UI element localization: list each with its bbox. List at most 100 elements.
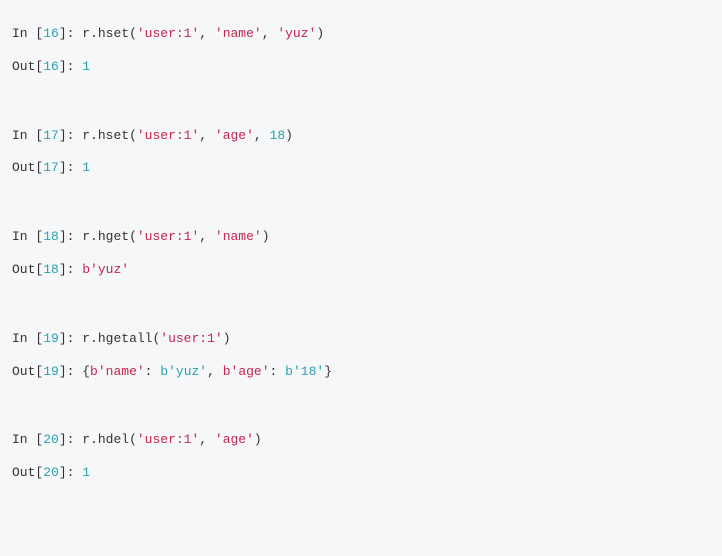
out-prompt-prefix: Out[ (12, 59, 43, 74)
code-token: . (90, 229, 98, 244)
code-token: ) (285, 128, 293, 143)
code-token: b (160, 364, 168, 379)
code-token: 'age' (231, 364, 270, 379)
cell-block: In [16]: r.hset('user:1', 'name', 'yuz')… (12, 24, 710, 78)
in-prompt-prefix: In [ (12, 26, 43, 41)
code-token: 'user:1' (137, 229, 199, 244)
out-prompt-suffix: ]: (59, 364, 82, 379)
code-token: 'age' (215, 432, 254, 447)
code-token: } (324, 364, 332, 379)
code-token: 'yuz' (90, 262, 129, 277)
cell-block: In [17]: r.hset('user:1', 'age', 18)Out[… (12, 126, 710, 180)
in-prompt-number: 17 (43, 128, 59, 143)
code-token: 18 (270, 128, 286, 143)
code-token: 'name' (215, 229, 262, 244)
in-prompt-suffix: ]: (59, 432, 82, 447)
code-token: : (270, 364, 286, 379)
in-prompt-number: 18 (43, 229, 59, 244)
input-line: In [20]: r.hdel('user:1', 'age') (12, 430, 710, 451)
in-prompt-prefix: In [ (12, 128, 43, 143)
code-token: r (82, 128, 90, 143)
ipython-session: In [16]: r.hset('user:1', 'name', 'yuz')… (12, 24, 710, 484)
out-prompt-suffix: ]: (59, 465, 82, 480)
code-token: ) (262, 229, 270, 244)
output-line: Out[18]: b'yuz' (12, 260, 710, 281)
code-token: , (254, 128, 270, 143)
input-line: In [18]: r.hget('user:1', 'name') (12, 227, 710, 248)
code-token: r (82, 229, 90, 244)
code-token: 'yuz' (277, 26, 316, 41)
code-token: . (90, 128, 98, 143)
out-prompt-prefix: Out[ (12, 364, 43, 379)
out-prompt-number: 16 (43, 59, 59, 74)
in-prompt-prefix: In [ (12, 331, 43, 346)
code-token: . (90, 331, 98, 346)
code-token: ) (254, 432, 262, 447)
input-line: In [19]: r.hgetall('user:1') (12, 329, 710, 350)
code-token: b (82, 262, 90, 277)
code-token: . (90, 432, 98, 447)
code-token: ) (316, 26, 324, 41)
in-prompt-suffix: ]: (59, 26, 82, 41)
out-prompt-suffix: ]: (59, 160, 82, 175)
code-token: 1 (82, 465, 90, 480)
out-prompt-number: 19 (43, 364, 59, 379)
output-line: Out[19]: {b'name': b'yuz', b'age': b'18'… (12, 362, 710, 383)
code-token: 'yuz' (168, 364, 207, 379)
input-line: In [16]: r.hset('user:1', 'name', 'yuz') (12, 24, 710, 45)
in-prompt-prefix: In [ (12, 229, 43, 244)
code-token: , (207, 364, 223, 379)
in-prompt-suffix: ]: (59, 128, 82, 143)
code-token: b (223, 364, 231, 379)
code-token: 1 (82, 59, 90, 74)
code-token: , (199, 26, 215, 41)
out-prompt-prefix: Out[ (12, 465, 43, 480)
code-token: b (90, 364, 98, 379)
cell-block: In [20]: r.hdel('user:1', 'age')Out[20]:… (12, 430, 710, 484)
in-prompt-number: 19 (43, 331, 59, 346)
out-prompt-prefix: Out[ (12, 262, 43, 277)
out-prompt-number: 17 (43, 160, 59, 175)
out-prompt-number: 20 (43, 465, 59, 480)
code-token: 'user:1' (160, 331, 222, 346)
code-token: { (82, 364, 90, 379)
code-token: hset( (98, 26, 137, 41)
code-token: . (90, 26, 98, 41)
code-token: 1 (82, 160, 90, 175)
output-line: Out[17]: 1 (12, 158, 710, 179)
code-token: 'name' (98, 364, 145, 379)
code-token: 'user:1' (137, 128, 199, 143)
output-line: Out[20]: 1 (12, 463, 710, 484)
in-prompt-number: 20 (43, 432, 59, 447)
out-prompt-suffix: ]: (59, 262, 82, 277)
code-token: 'age' (215, 128, 254, 143)
in-prompt-prefix: In [ (12, 432, 43, 447)
input-line: In [17]: r.hset('user:1', 'age', 18) (12, 126, 710, 147)
in-prompt-suffix: ]: (59, 331, 82, 346)
code-token: 'user:1' (137, 432, 199, 447)
code-token: : (145, 364, 161, 379)
out-prompt-suffix: ]: (59, 59, 82, 74)
code-token: b (285, 364, 293, 379)
out-prompt-prefix: Out[ (12, 160, 43, 175)
code-token: ) (223, 331, 231, 346)
code-token: r (82, 432, 90, 447)
code-token: , (199, 128, 215, 143)
code-token: hset( (98, 128, 137, 143)
cell-block: In [19]: r.hgetall('user:1')Out[19]: {b'… (12, 329, 710, 383)
code-token: , (199, 229, 215, 244)
code-token: '18' (293, 364, 324, 379)
output-line: Out[16]: 1 (12, 57, 710, 78)
out-prompt-number: 18 (43, 262, 59, 277)
code-token: r (82, 331, 90, 346)
code-token: 'name' (215, 26, 262, 41)
code-token: r (82, 26, 90, 41)
code-token: hget( (98, 229, 137, 244)
code-token: 'user:1' (137, 26, 199, 41)
code-token: hgetall( (98, 331, 160, 346)
cell-block: In [18]: r.hget('user:1', 'name')Out[18]… (12, 227, 710, 281)
code-token: hdel( (98, 432, 137, 447)
in-prompt-suffix: ]: (59, 229, 82, 244)
code-token: , (262, 26, 278, 41)
code-token: , (199, 432, 215, 447)
